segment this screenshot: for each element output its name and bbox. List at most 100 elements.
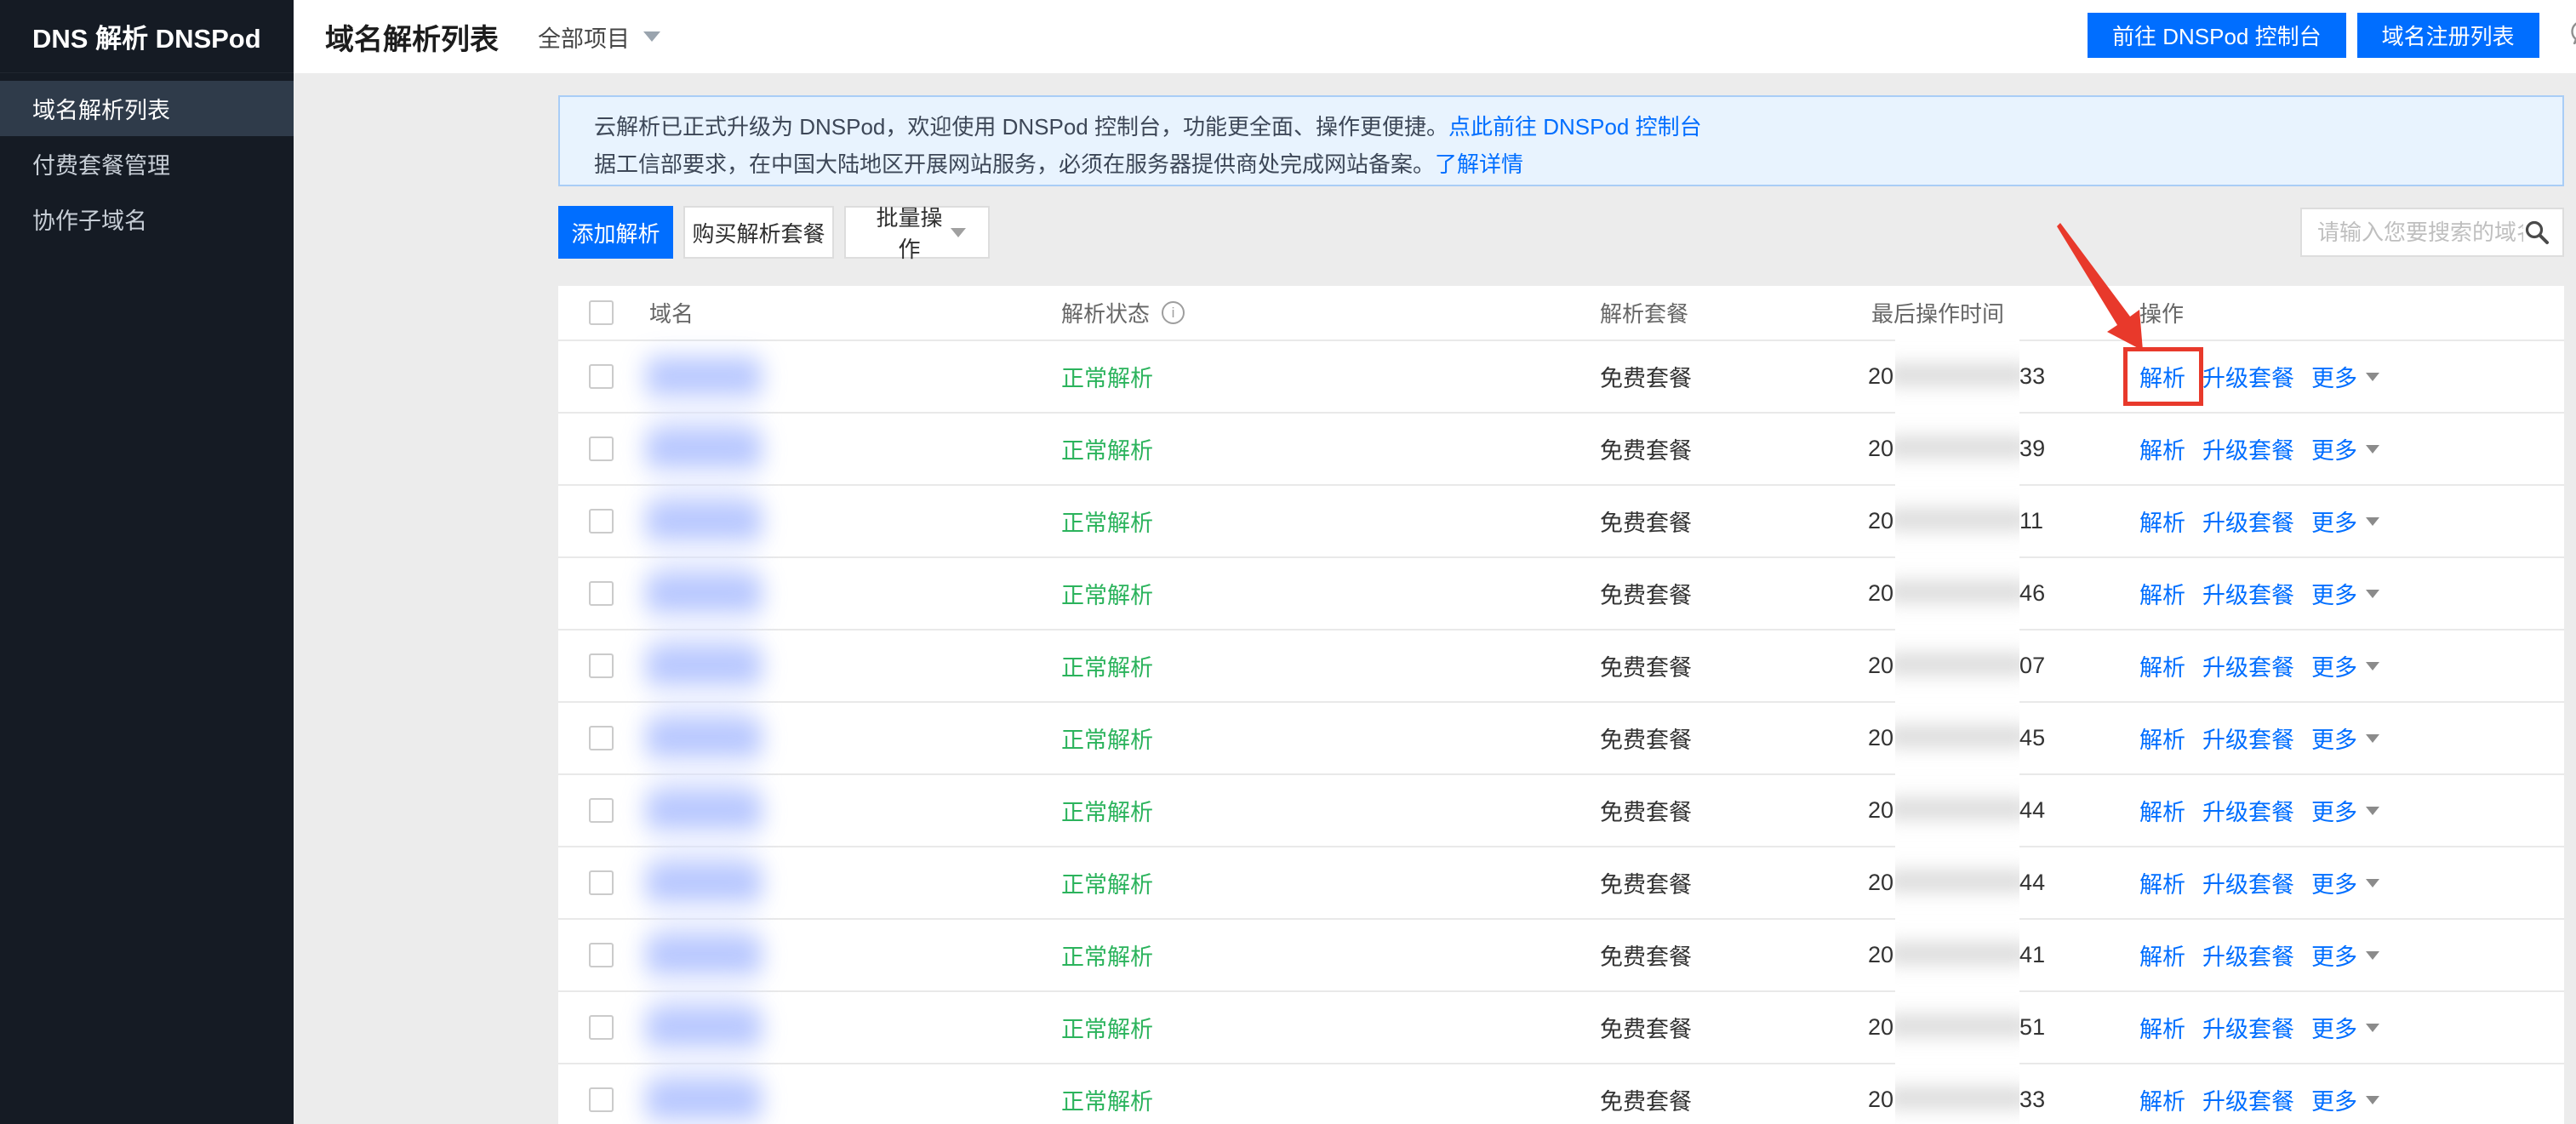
row-checkbox[interactable] bbox=[589, 798, 614, 823]
domain-link-redacted[interactable] bbox=[646, 1080, 762, 1121]
domain-link-redacted[interactable] bbox=[646, 790, 762, 831]
sidebar-item-domain-list[interactable]: 域名解析列表 bbox=[0, 81, 294, 136]
domain-link-redacted[interactable] bbox=[646, 357, 762, 397]
status-text: 正常解析 bbox=[1061, 360, 1153, 393]
select-all-checkbox[interactable] bbox=[589, 300, 614, 325]
action-resolve[interactable]: 解析 bbox=[2139, 360, 2185, 393]
domain-link-redacted[interactable] bbox=[646, 429, 762, 470]
action-resolve[interactable]: 解析 bbox=[2139, 722, 2185, 755]
row-checkbox[interactable] bbox=[589, 943, 614, 967]
row-checkbox[interactable] bbox=[589, 364, 614, 389]
domain-link-redacted[interactable] bbox=[646, 935, 762, 976]
table-body: 正常解析 免费套餐 2033 解析 升级套餐 更多 正常解析 免费套餐 2039… bbox=[558, 339, 2564, 1124]
action-upgrade[interactable]: 升级套餐 bbox=[2202, 360, 2294, 393]
domain-link-redacted[interactable] bbox=[646, 573, 762, 614]
batch-operation-dropdown[interactable]: 批量操作 bbox=[844, 206, 990, 259]
action-more[interactable]: 更多 bbox=[2311, 722, 2379, 755]
action-resolve[interactable]: 解析 bbox=[2139, 939, 2185, 972]
action-upgrade[interactable]: 升级套餐 bbox=[2202, 577, 2294, 610]
topbar: 域名解析列表 全部项目 前往 DNSPod 控制台 域名注册列表 bbox=[294, 0, 2576, 73]
plan-text: 免费套餐 bbox=[1600, 722, 1692, 755]
row-checkbox[interactable] bbox=[589, 653, 614, 678]
action-upgrade[interactable]: 升级套餐 bbox=[2202, 1083, 2294, 1116]
row-checkbox[interactable] bbox=[589, 581, 614, 606]
chevron-down-icon bbox=[951, 228, 966, 237]
sidebar-item-collab-subdomains[interactable]: 协作子域名 bbox=[0, 191, 294, 247]
project-selector[interactable]: 全部项目 bbox=[538, 20, 660, 54]
row-checkbox[interactable] bbox=[589, 1087, 614, 1112]
plan-text: 免费套餐 bbox=[1600, 1011, 1692, 1044]
sidebar-item-paid-plans[interactable]: 付费套餐管理 bbox=[0, 136, 294, 191]
chevron-down-icon bbox=[2366, 445, 2379, 454]
action-more[interactable]: 更多 bbox=[2311, 1083, 2379, 1116]
action-upgrade[interactable]: 升级套餐 bbox=[2202, 649, 2294, 682]
domain-register-list-button[interactable]: 域名注册列表 bbox=[2357, 13, 2539, 58]
action-upgrade[interactable]: 升级套餐 bbox=[2202, 939, 2294, 972]
row-checkbox[interactable] bbox=[589, 870, 614, 895]
add-record-button[interactable]: 添加解析 bbox=[558, 206, 673, 259]
goto-dnspod-console-button[interactable]: 前往 DNSPod 控制台 bbox=[2088, 13, 2346, 58]
chevron-down-icon bbox=[2366, 1096, 2379, 1104]
action-resolve[interactable]: 解析 bbox=[2139, 432, 2185, 465]
status-text: 正常解析 bbox=[1061, 649, 1153, 682]
action-upgrade[interactable]: 升级套餐 bbox=[2202, 722, 2294, 755]
plan-text: 免费套餐 bbox=[1600, 649, 1692, 682]
action-resolve[interactable]: 解析 bbox=[2139, 1083, 2185, 1116]
domain-link-redacted[interactable] bbox=[646, 863, 762, 904]
action-upgrade[interactable]: 升级套餐 bbox=[2202, 794, 2294, 827]
last-op-time: 2011 bbox=[1868, 508, 2139, 534]
learn-more-link[interactable]: 了解详情 bbox=[1435, 151, 1523, 177]
action-more[interactable]: 更多 bbox=[2311, 432, 2379, 465]
action-resolve[interactable]: 解析 bbox=[2139, 577, 2185, 610]
goto-dnspod-console-link[interactable]: 点此前往 DNSPod 控制台 bbox=[1448, 114, 1702, 140]
action-resolve[interactable]: 解析 bbox=[2139, 1011, 2185, 1044]
row-checkbox[interactable] bbox=[589, 726, 614, 750]
action-more[interactable]: 更多 bbox=[2311, 939, 2379, 972]
buy-plan-button[interactable]: 购买解析套餐 bbox=[683, 206, 834, 259]
timestamp-redacted bbox=[1893, 955, 2019, 956]
table-header: 域名 解析状态 i 解析套餐 最后操作时间 操作 bbox=[558, 286, 2564, 339]
domain-link-redacted[interactable] bbox=[646, 718, 762, 759]
info-icon[interactable]: i bbox=[1162, 301, 1185, 324]
search-icon[interactable] bbox=[2523, 219, 2550, 246]
action-more[interactable]: 更多 bbox=[2311, 649, 2379, 682]
last-op-time: 2051 bbox=[1868, 1014, 2139, 1041]
action-upgrade[interactable]: 升级套餐 bbox=[2202, 866, 2294, 899]
col-domain: 域名 bbox=[649, 297, 1061, 328]
action-resolve[interactable]: 解析 bbox=[2139, 866, 2185, 899]
timestamp-redacted bbox=[1893, 521, 2019, 522]
action-upgrade[interactable]: 升级套餐 bbox=[2202, 505, 2294, 538]
status-text: 正常解析 bbox=[1061, 505, 1153, 538]
row-checkbox[interactable] bbox=[589, 1015, 614, 1040]
action-more[interactable]: 更多 bbox=[2311, 577, 2379, 610]
action-resolve[interactable]: 解析 bbox=[2139, 794, 2185, 827]
action-more[interactable]: 更多 bbox=[2311, 1011, 2379, 1044]
action-more[interactable]: 更多 bbox=[2311, 505, 2379, 538]
status-text: 正常解析 bbox=[1061, 939, 1153, 972]
table-row: 正常解析 免费套餐 2007 解析 升级套餐 更多 bbox=[558, 629, 2564, 701]
status-text: 正常解析 bbox=[1061, 722, 1153, 755]
action-resolve[interactable]: 解析 bbox=[2139, 649, 2185, 682]
row-checkbox[interactable] bbox=[589, 436, 614, 461]
domain-link-redacted[interactable] bbox=[646, 646, 762, 687]
plan-text: 免费套餐 bbox=[1600, 939, 1692, 972]
status-text: 正常解析 bbox=[1061, 432, 1153, 465]
action-upgrade[interactable]: 升级套餐 bbox=[2202, 1011, 2294, 1044]
domain-link-redacted[interactable] bbox=[646, 1007, 762, 1048]
row-checkbox[interactable] bbox=[589, 509, 614, 533]
action-more[interactable]: 更多 bbox=[2311, 794, 2379, 827]
last-op-time: 2045 bbox=[1868, 725, 2139, 751]
action-more[interactable]: 更多 bbox=[2311, 866, 2379, 899]
last-op-time: 2041 bbox=[1868, 942, 2139, 968]
action-resolve[interactable]: 解析 bbox=[2139, 505, 2185, 538]
promo-link[interactable]: 限时领 bbox=[2569, 19, 2576, 53]
row-actions: 解析 升级套餐 更多 bbox=[2139, 649, 2564, 682]
row-actions: 解析 升级套餐 更多 bbox=[2139, 1011, 2564, 1044]
action-upgrade[interactable]: 升级套餐 bbox=[2202, 432, 2294, 465]
action-more[interactable]: 更多 bbox=[2311, 360, 2379, 393]
row-actions: 解析 升级套餐 更多 bbox=[2139, 505, 2564, 538]
row-actions: 解析 升级套餐 更多 bbox=[2139, 1083, 2564, 1116]
table-row: 正常解析 免费套餐 2044 解析 升级套餐 更多 bbox=[558, 773, 2564, 846]
search-input[interactable] bbox=[2317, 220, 2523, 246]
domain-link-redacted[interactable] bbox=[646, 501, 762, 542]
